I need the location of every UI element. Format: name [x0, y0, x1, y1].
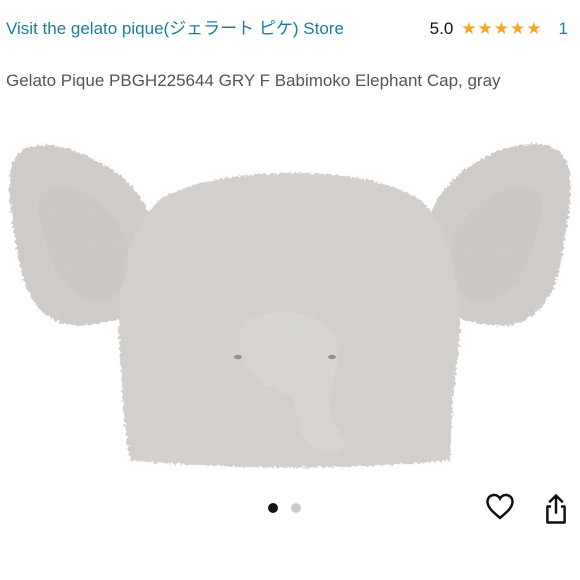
product-header: Visit the gelato pique(ジェラート ピケ) Store 5…	[0, 0, 580, 125]
star-icon: ★	[526, 19, 542, 38]
elephant-cap-illustration	[9, 144, 571, 468]
product-title: Gelato Pique PBGH225644 GRY F Babimoko E…	[6, 71, 501, 90]
star-icon: ★	[477, 19, 493, 38]
star-icon: ★	[493, 19, 510, 38]
carousel-dot[interactable]	[291, 503, 301, 513]
heart-icon	[486, 493, 514, 520]
share-icon	[546, 494, 566, 524]
carousel-dot-active[interactable]	[268, 503, 278, 513]
share-button[interactable]	[540, 492, 572, 526]
rating-count[interactable]: 1	[559, 19, 568, 39]
right-eye	[328, 354, 336, 360]
store-link[interactable]: Visit the gelato pique(ジェラート ピケ) Store	[6, 16, 366, 41]
left-eye	[234, 354, 242, 360]
rating-value: 5.0	[429, 18, 454, 38]
carousel-dots[interactable]	[268, 503, 314, 513]
star-icon: ★	[461, 19, 477, 38]
star-icon: ★	[510, 19, 526, 38]
favorite-button[interactable]	[484, 490, 516, 522]
rating-stars: ★ ★ ★ ★ ★	[461, 20, 542, 37]
rating[interactable]: 5.0 ★ ★ ★ ★ ★ 1	[430, 16, 568, 41]
product-image[interactable]	[0, 125, 580, 480]
